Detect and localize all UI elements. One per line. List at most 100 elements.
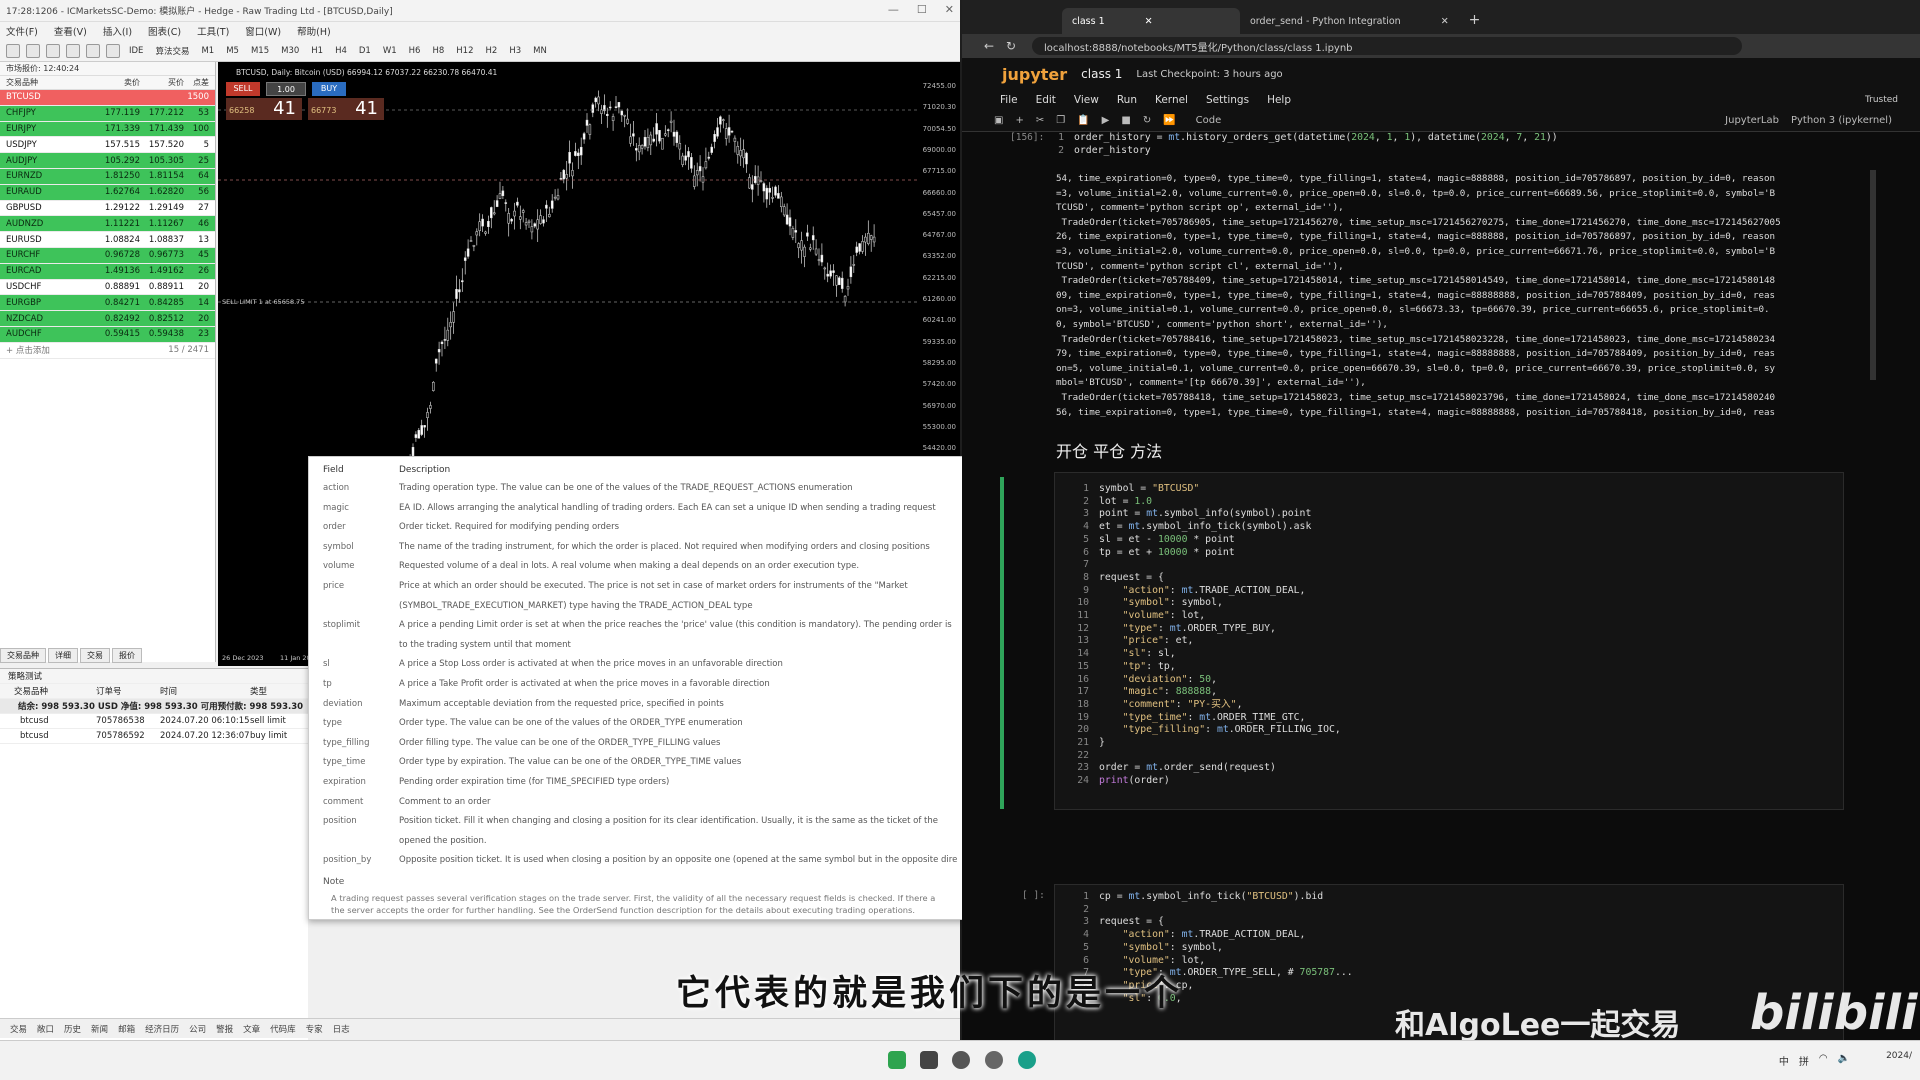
symbol-row[interactable]: USDCHF 0.88891 0.88911 20 — [0, 279, 215, 296]
jupyter-menu-item[interactable]: File — [1000, 94, 1018, 106]
jupyter-menu-item[interactable]: Run — [1117, 94, 1137, 106]
toolbar-tool-icon[interactable] — [106, 43, 120, 58]
sell-price-box[interactable]: 66258 41 — [226, 98, 302, 120]
symbol-row[interactable]: EURAUD 1.62764 1.62820 56 — [0, 184, 215, 201]
clock[interactable]: 2024/ — [1886, 1051, 1912, 1061]
symbol-row[interactable]: AUDNZD 1.11221 1.11267 46 — [0, 216, 215, 233]
menu-item[interactable]: 插入(I) — [103, 24, 132, 38]
output-scrollbar[interactable] — [1870, 170, 1876, 380]
save-icon[interactable]: ▣ — [994, 115, 1003, 126]
jupyterlab-link[interactable]: JupyterLab — [1725, 115, 1779, 126]
kernel-status[interactable]: Python 3 (ipykernel) — [1791, 115, 1892, 126]
app-icon[interactable] — [952, 1051, 970, 1069]
jupyter-menu-item[interactable]: Settings — [1206, 94, 1249, 106]
timeframe-button[interactable]: IDE — [126, 46, 146, 56]
stop-icon[interactable]: ■ — [1121, 115, 1130, 126]
symbol-row[interactable]: EURCAD 1.49136 1.49162 26 — [0, 263, 215, 280]
add-cell-icon[interactable]: + — [1015, 115, 1023, 126]
market-watch-tab[interactable]: 详细 — [48, 648, 78, 663]
browser-taskbar-icon[interactable] — [1018, 1051, 1036, 1069]
order-row[interactable]: btcusd 705786538 2024.07.20 06:10:15 sell l… — [0, 714, 308, 729]
code-cell-2[interactable]: 1 symbol = "BTCUSD" 2 lot = 1.0 3 point = mt.… — [1054, 472, 1844, 810]
bottom-tab[interactable]: 日志 — [333, 1023, 350, 1035]
market-watch-tab[interactable]: 交易品种 — [0, 648, 46, 663]
tab-order-send[interactable]: order_send - Python Integration ✕ — [1240, 8, 1459, 34]
menu-item[interactable]: 窗口(W) — [245, 24, 281, 38]
minimize-icon[interactable]: — — [888, 3, 899, 16]
symbol-row[interactable]: NZDCAD 0.82492 0.82512 20 — [0, 311, 215, 327]
bottom-tab[interactable]: 文章 — [243, 1023, 260, 1035]
timeframe-button[interactable]: M1 — [198, 46, 217, 56]
run-all-icon[interactable]: ⏩ — [1163, 115, 1175, 126]
order-row[interactable]: btcusd 705786592 2024.07.20 12:36:07 buy li… — [0, 729, 308, 744]
close-tab-icon[interactable]: ✕ — [1145, 16, 1153, 27]
app-icon[interactable] — [985, 1051, 1003, 1069]
code-cell-1[interactable]: 1 order_history = mt.history_orders_get(d… — [1042, 132, 1558, 157]
jupyter-menu-item[interactable]: Help — [1267, 94, 1291, 106]
bottom-tab[interactable]: 经济日历 — [145, 1023, 179, 1035]
timeframe-button[interactable]: M5 — [223, 46, 242, 56]
timeframe-button[interactable]: H3 — [506, 46, 524, 56]
menu-item[interactable]: 文件(F) — [6, 24, 38, 38]
toolbar-tool-icon[interactable] — [66, 43, 80, 58]
timeframe-button[interactable]: H4 — [332, 46, 350, 56]
timeframe-button[interactable]: H8 — [429, 46, 447, 56]
menu-item[interactable]: 帮助(H) — [297, 24, 331, 38]
symbol-row[interactable]: EURCHF 0.96728 0.96773 45 — [0, 247, 215, 264]
back-icon[interactable]: ← — [984, 39, 994, 53]
timeframe-button[interactable]: 算法交易 — [152, 45, 192, 57]
notebook-title[interactable]: class 1 — [1081, 67, 1122, 81]
symbol-row[interactable]: BTCUSD 1500 — [0, 90, 215, 106]
jupyter-menu-item[interactable]: View — [1074, 94, 1099, 106]
copy-icon[interactable]: ❐ — [1056, 115, 1065, 126]
menu-item[interactable]: 图表(C) — [148, 24, 181, 38]
symbol-row[interactable]: GBPUSD 1.29122 1.29149 27 — [0, 200, 215, 217]
close-tab-icon[interactable]: ✕ — [1441, 16, 1449, 27]
strategy-tester-tab[interactable]: 策略测试 — [0, 669, 308, 684]
restart-icon[interactable]: ↻ — [1143, 115, 1151, 126]
url-input[interactable]: localhost:8888/notebooks/MT5量化/Python/cl… — [1032, 37, 1742, 55]
jupyter-menu-item[interactable]: Kernel — [1155, 94, 1188, 106]
symbol-row[interactable]: CHFJPY 177.119 177.212 53 — [0, 105, 215, 122]
jupyter-menu-item[interactable]: Edit — [1036, 94, 1056, 106]
symbol-row[interactable]: EURJPY 171.339 171.439 100 — [0, 121, 215, 138]
toolbar-tool-icon[interactable] — [26, 43, 40, 58]
add-symbol-row[interactable]: + 点击添加 15 / 2471 — [0, 342, 215, 359]
symbol-row[interactable]: AUDJPY 105.292 105.305 25 — [0, 153, 215, 169]
toolbar-tool-icon[interactable] — [6, 43, 20, 58]
wifi-icon[interactable]: ◠ — [1819, 1053, 1828, 1068]
paste-icon[interactable]: 📋 — [1077, 115, 1089, 126]
market-watch-tab[interactable]: 交易 — [80, 648, 110, 663]
lot-input[interactable]: 1.00 — [266, 82, 306, 96]
volume-icon[interactable]: 🔈 — [1838, 1053, 1850, 1068]
bottom-tab[interactable]: 敞口 — [37, 1023, 54, 1035]
reload-icon[interactable]: ↻ — [1006, 39, 1016, 53]
timeframe-button[interactable]: H12 — [453, 46, 476, 56]
cell-type-select[interactable]: Code — [1196, 115, 1222, 126]
buy-button[interactable]: BUY — [312, 82, 346, 96]
menu-item[interactable]: 查看(V) — [54, 24, 87, 38]
symbol-row[interactable]: EURUSD 1.08824 1.08837 13 — [0, 232, 215, 248]
ime-indicator[interactable]: 中 — [1779, 1053, 1789, 1068]
timeframe-button[interactable]: M15 — [248, 46, 272, 56]
timeframe-button[interactable]: W1 — [380, 46, 400, 56]
bottom-tab[interactable]: 邮箱 — [118, 1023, 135, 1035]
bottom-tab[interactable]: 警报 — [216, 1023, 233, 1035]
menu-item[interactable]: 工具(T) — [197, 24, 229, 38]
close-icon[interactable]: ✕ — [945, 3, 954, 16]
symbol-row[interactable]: EURNZD 1.81250 1.81154 64 — [0, 168, 215, 185]
buy-price-box[interactable]: 66773 41 — [308, 98, 384, 120]
mt5-taskbar-icon[interactable] — [920, 1051, 938, 1069]
bottom-tab[interactable]: 公司 — [189, 1023, 206, 1035]
bottom-tab[interactable]: 专家 — [306, 1023, 323, 1035]
bottom-tab[interactable]: 新闻 — [91, 1023, 108, 1035]
symbol-row[interactable]: EURGBP 0.84271 0.84285 14 — [0, 295, 215, 312]
bottom-tab[interactable]: 交易 — [10, 1023, 27, 1035]
maximize-icon[interactable]: ☐ — [917, 3, 927, 16]
tab-class-1[interactable]: class 1 ✕ — [1062, 8, 1240, 34]
timeframe-button[interactable]: H6 — [406, 46, 424, 56]
timeframe-button[interactable]: H2 — [483, 46, 501, 56]
timeframe-button[interactable]: MN — [530, 46, 550, 56]
toolbar-tool-icon[interactable] — [86, 43, 100, 58]
ime-indicator[interactable]: 拼 — [1799, 1053, 1809, 1068]
